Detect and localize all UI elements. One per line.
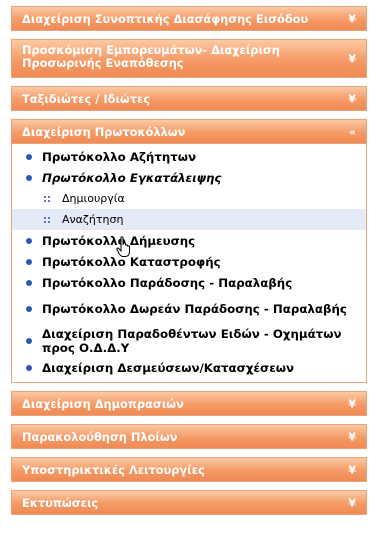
section-label: Εκτυπώσεις xyxy=(22,496,99,510)
menu-item-label: Πρωτόκολλο Δωρεάν Παράδοσης - Παραλαβής xyxy=(42,302,347,316)
section-ship-tracking[interactable]: Παρακολούθηση Πλοίων ¥ xyxy=(11,424,367,449)
menu-item-abandonment-protocol[interactable]: Πρωτόκολλο Εγκατάλειψης xyxy=(12,167,366,188)
bullet-icon xyxy=(26,306,32,312)
bullet-icon xyxy=(26,153,32,160)
submenu-item-label: Αναζήτηση xyxy=(62,213,124,226)
bullet-icon xyxy=(26,174,32,181)
bullet-icon xyxy=(26,338,32,344)
section-label: Διαχείριση Δημοπρασιών xyxy=(22,397,184,411)
accordion-menu: Διαχείριση Συνοπτικής Διασάφησης Εισόδου… xyxy=(11,6,367,523)
dotted-square-icon xyxy=(44,216,50,223)
section-label: Διαχείριση Συνοπτικής Διασάφησης Εισόδου xyxy=(22,12,309,26)
section-protocols[interactable]: Διαχείριση Πρωτοκόλλων « xyxy=(11,119,367,144)
chevron-double-down-icon[interactable]: ¥ xyxy=(348,12,356,25)
menu-item-seizures[interactable]: Διαχείριση Δεσμεύσεων/Κατασχέσεων xyxy=(12,357,366,378)
menu-item-destruction-protocol[interactable]: Πρωτόκολλο Καταστροφής xyxy=(12,251,366,272)
bullet-icon xyxy=(26,279,32,286)
section-goods-presentation[interactable]: Προσκόμιση Εμπορευμάτων- Διαχείριση Προσ… xyxy=(11,39,367,78)
chevron-double-up-icon[interactable]: « xyxy=(349,125,356,138)
menu-item-label: Διαχείριση Δεσμεύσεων/Κατασχέσεων xyxy=(42,360,295,375)
dotted-square-icon xyxy=(44,195,50,202)
section-label: Προσκόμιση Εμπορευμάτων- Διαχείριση Προσ… xyxy=(22,43,280,70)
submenu-item-label: Δημιουργία xyxy=(62,192,125,205)
menu-item-label: Πρωτόκολλο Αζήτητων xyxy=(42,149,197,164)
section-travellers[interactable]: Ταξιδιώτες / Ιδιώτες ¥ xyxy=(11,86,367,111)
chevron-double-down-icon[interactable]: ¥ xyxy=(348,496,356,509)
menu-item-label: Πρωτόκολλο Εγκατάλειψης xyxy=(42,170,222,185)
menu-item-delivery-protocol[interactable]: Πρωτόκολλο Παράδοσης - Παραλαβής xyxy=(12,272,366,293)
section-label: Ταξιδιώτες / Ιδιώτες xyxy=(22,92,151,106)
menu-item-label: Διαχείριση Παραδοθέντων Ειδών - Οχημάτων… xyxy=(42,327,342,355)
bullet-icon xyxy=(26,258,32,265)
section-label: Παρακολούθηση Πλοίων xyxy=(22,430,178,444)
menu-item-free-delivery-protocol[interactable]: Πρωτόκολλο Δωρεάν Παράδοσης - Παραλαβής xyxy=(12,293,366,325)
chevron-double-down-icon[interactable]: ¥ xyxy=(348,430,356,443)
bullet-icon xyxy=(26,364,32,371)
chevron-double-down-icon[interactable]: ¥ xyxy=(348,92,356,105)
menu-item-label: Πρωτόκολλο Παράδοσης - Παραλαβής xyxy=(42,275,293,290)
section-support-functions[interactable]: Υποστηρικτικές Λειτουργίες ¥ xyxy=(11,457,367,482)
section-auctions[interactable]: Διαχείριση Δημοπρασιών ¥ xyxy=(11,391,367,416)
section-printouts[interactable]: Εκτυπώσεις ¥ xyxy=(11,490,367,515)
menu-item-confiscation-protocol[interactable]: Πρωτόκολλο Δήμευσης xyxy=(12,230,366,251)
submenu-item-search[interactable]: Αναζήτηση xyxy=(12,209,366,230)
section-label: Διαχείριση Πρωτοκόλλων xyxy=(22,125,186,139)
bullet-icon xyxy=(26,237,32,244)
protocols-panel: Πρωτόκολλο Αζήτητων Πρωτόκολλο Εγκατάλει… xyxy=(11,144,367,383)
section-summary-declaration[interactable]: Διαχείριση Συνοπτικής Διασάφησης Εισόδου… xyxy=(11,6,367,31)
submenu-item-create[interactable]: Δημιουργία xyxy=(12,188,366,209)
menu-item-delivered-goods[interactable]: Διαχείριση Παραδοθέντων Ειδών - Οχημάτων… xyxy=(12,325,366,357)
chevron-double-down-icon[interactable]: ¥ xyxy=(348,463,356,476)
menu-item-unclaimed-protocol[interactable]: Πρωτόκολλο Αζήτητων xyxy=(12,146,366,167)
chevron-double-down-icon[interactable]: ¥ xyxy=(348,397,356,410)
hand-pointer-icon xyxy=(116,236,130,257)
chevron-double-down-icon[interactable]: ¥ xyxy=(348,52,356,65)
section-label: Υποστηρικτικές Λειτουργίες xyxy=(22,463,205,477)
